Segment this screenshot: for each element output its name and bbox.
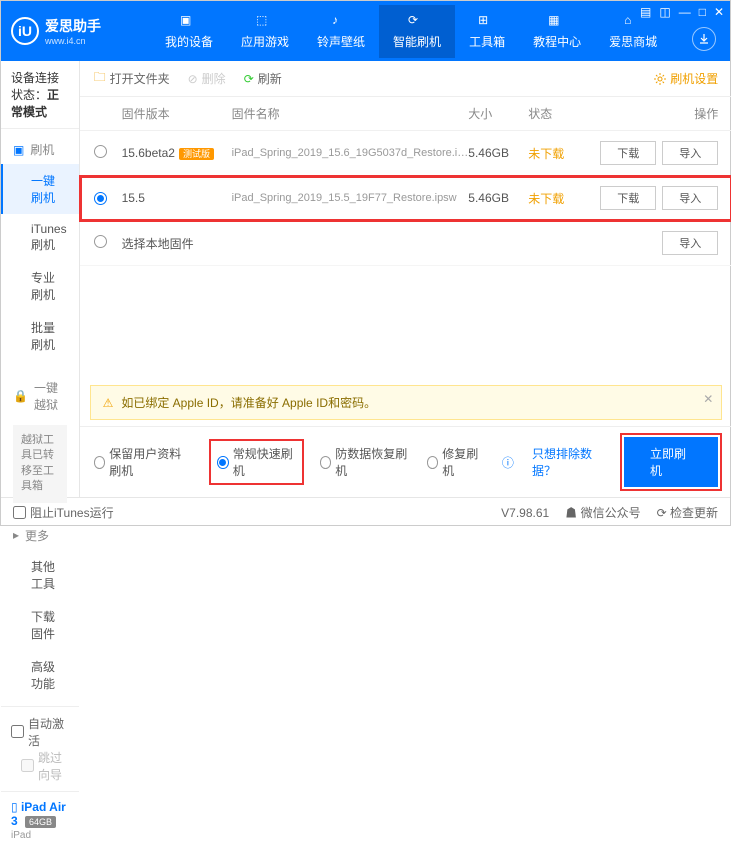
skip-guide-checkbox[interactable]: 跳过向导 — [21, 749, 69, 783]
menu-icon[interactable]: ▤ — [640, 5, 651, 19]
nav-工具箱[interactable]: ⊞工具箱 — [455, 5, 519, 58]
device-info[interactable]: ▯ iPad Air 3 64GB iPad — [1, 791, 79, 849]
skin-icon[interactable]: ◫ — [659, 5, 670, 19]
nav-智能刷机[interactable]: ⟳智能刷机 — [379, 5, 455, 58]
check-update-link[interactable]: ⟳ 检查更新 — [657, 504, 718, 521]
flash-now-button[interactable]: 立即刷机 — [624, 437, 718, 487]
opt-keep-data[interactable]: 保留用户资料刷机 — [94, 445, 194, 479]
app-logo: iU 爱思助手 www.i4.cn — [11, 16, 151, 46]
sidebar-item-下载固件[interactable]: 下载固件 — [1, 600, 79, 650]
download-button[interactable]: 下载 — [600, 141, 656, 165]
section-jailbreak[interactable]: 🔒 一键越狱 — [1, 373, 79, 419]
import-button[interactable]: 导入 — [662, 186, 718, 210]
col-name: 固件名称 — [232, 105, 469, 122]
download-button[interactable]: 下载 — [600, 186, 656, 210]
radio-local[interactable] — [94, 235, 107, 248]
nav-icon: ♪ — [332, 13, 350, 31]
sidebar-item-高级功能[interactable]: 高级功能 — [1, 650, 79, 700]
delete-icon: ⊘ — [188, 72, 198, 86]
lock-icon: 🔒 — [13, 389, 28, 403]
auto-activate-checkbox[interactable]: 自动激活 — [11, 715, 69, 749]
app-subtitle: www.i4.cn — [45, 36, 101, 46]
col-size: 大小 — [468, 105, 528, 122]
nav-应用游戏[interactable]: ⬚应用游戏 — [227, 5, 303, 58]
firmware-row[interactable]: 15.5iPad_Spring_2019_15.5_19F77_Restore.… — [80, 176, 731, 221]
nav-icon: ⬚ — [256, 13, 274, 31]
import-local-button[interactable]: 导入 — [662, 231, 718, 255]
wechat-link[interactable]: ☗ 微信公众号 — [565, 504, 640, 521]
nav-icon: ▦ — [548, 13, 566, 31]
import-button[interactable]: 导入 — [662, 141, 718, 165]
sidebar-item-iTunes刷机[interactable]: iTunes刷机 — [1, 214, 79, 261]
warning-icon: ⚠ — [103, 396, 114, 410]
block-itunes-checkbox[interactable]: 阻止iTunes运行 — [13, 504, 114, 521]
sidebar-item-批量刷机[interactable]: 批量刷机 — [1, 311, 79, 361]
opt-anti-recovery[interactable]: 防数据恢复刷机 — [320, 445, 409, 479]
exclude-data-link[interactable]: 只想排除数据？ — [532, 445, 606, 479]
nav-icon: ⊞ — [478, 13, 496, 31]
opt-repair-flash[interactable]: 修复刷机 — [427, 445, 484, 479]
version-label: V7.98.61 — [501, 506, 549, 520]
sidebar-item-其他工具[interactable]: 其他工具 — [1, 550, 79, 600]
gear-icon — [654, 73, 666, 85]
sidebar-item-专业刷机[interactable]: 专业刷机 — [1, 261, 79, 311]
refresh-icon: ⟳ — [244, 72, 254, 86]
appleid-warning: ⚠ 如已绑定 Apple ID，请准备好 Apple ID和密码。 ✕ — [90, 385, 723, 420]
connection-status: 设备连接状态：正常模式 — [1, 61, 79, 129]
more-icon: ▸ — [13, 528, 19, 542]
nav-icon: ▣ — [180, 13, 198, 31]
nav-铃声壁纸[interactable]: ♪铃声壁纸 — [303, 5, 379, 58]
maximize-icon[interactable]: □ — [699, 5, 706, 19]
wechat-icon: ☗ — [565, 506, 577, 520]
section-flash[interactable]: ▣ 刷机 — [1, 135, 79, 164]
radio-firmware[interactable] — [94, 145, 107, 158]
flash-icon: ▣ — [13, 143, 24, 157]
flash-settings-button[interactable]: 刷机设置 — [654, 70, 718, 87]
logo-icon: iU — [11, 17, 39, 45]
col-ops: 操作 — [588, 105, 718, 122]
device-icon: ▯ — [11, 800, 18, 814]
radio-firmware[interactable] — [94, 192, 107, 205]
opt-normal-flash[interactable]: 常规快速刷机 — [211, 441, 301, 483]
col-status: 状态 — [528, 105, 588, 122]
window-controls: ▤ ◫ — □ ✕ — [640, 5, 724, 19]
delete-button[interactable]: ⊘ 删除 — [188, 70, 226, 87]
open-folder-button[interactable]: 🗀 打开文件夹 — [94, 68, 170, 89]
nav-教程中心[interactable]: ▦教程中心 — [519, 5, 595, 58]
close-warning-icon[interactable]: ✕ — [703, 392, 713, 406]
close-icon[interactable]: ✕ — [714, 5, 724, 19]
sidebar-item-一键刷机[interactable]: 一键刷机 — [1, 164, 79, 214]
nav-icon: ⟳ — [408, 13, 426, 31]
info-icon[interactable]: ⓘ — [502, 454, 514, 471]
col-version: 固件版本 — [122, 105, 232, 122]
download-manager-icon[interactable] — [692, 27, 716, 51]
local-firmware-row[interactable]: 选择本地固件 导入 — [80, 221, 731, 266]
folder-icon: 🗀 — [94, 68, 106, 89]
update-icon: ⟳ — [657, 506, 667, 520]
firmware-row[interactable]: 15.6beta2测试版iPad_Spring_2019_15.6_19G503… — [80, 131, 731, 176]
jailbreak-note: 越狱工具已转移至工具箱 — [13, 425, 67, 503]
refresh-button[interactable]: ⟳ 刷新 — [244, 70, 282, 87]
minimize-icon[interactable]: — — [679, 5, 691, 19]
nav-我的设备[interactable]: ▣我的设备 — [151, 5, 227, 58]
app-title: 爱思助手 — [45, 16, 101, 36]
section-more[interactable]: ▸ 更多 — [1, 521, 79, 550]
